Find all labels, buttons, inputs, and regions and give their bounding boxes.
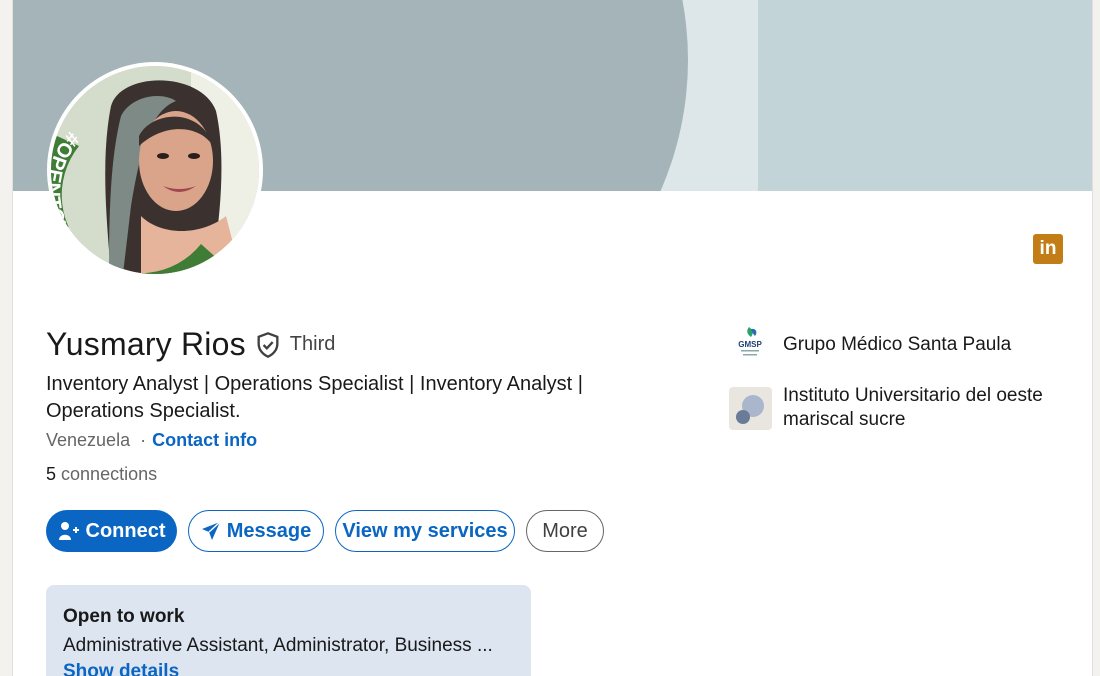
company-current[interactable]: GMSP Grupo Médico Santa Paula — [729, 323, 1063, 366]
message-button[interactable]: Message — [188, 510, 324, 552]
connect-label: Connect — [85, 519, 166, 542]
connections-label: connections — [61, 464, 158, 484]
school-name: Instituto Universitario del oeste marisc… — [783, 385, 1043, 430]
location: Venezuela — [46, 430, 131, 450]
connect-button[interactable]: Connect — [46, 510, 177, 552]
location-row: Venezuela · Contact info — [46, 430, 257, 451]
add-person-icon — [58, 522, 79, 540]
profile-name: Yusmary Rios — [46, 326, 246, 362]
view-services-label: View my services — [342, 519, 508, 542]
company-logo: GMSP — [729, 323, 772, 366]
connection-degree: Third — [289, 333, 336, 355]
more-label: More — [542, 519, 588, 542]
profile-headline: Inventory Analyst | Operations Specialis… — [46, 373, 583, 422]
show-details-link[interactable]: Show details — [63, 661, 179, 676]
connections-number: 5 — [46, 464, 57, 484]
connections-count[interactable]: 5 connections — [46, 464, 157, 485]
verified-shield-icon[interactable] — [254, 331, 282, 359]
separator-dot: · — [140, 430, 147, 450]
profile-card: #OPENTOWORK in Yusmary Rios Third Invent… — [12, 0, 1093, 676]
open-to-work-card: Open to work Administrative Assistant, A… — [46, 585, 531, 676]
message-label: Message — [226, 519, 312, 542]
view-services-button[interactable]: View my services — [335, 510, 515, 552]
linkedin-logo-icon[interactable]: in — [1033, 234, 1063, 264]
name-row: Yusmary Rios Third — [46, 326, 335, 363]
avatar-photo: #OPENTOWORK — [51, 66, 259, 274]
company-name: Grupo Médico Santa Paula — [783, 333, 1012, 355]
send-icon — [201, 521, 221, 540]
education-institution[interactable]: Instituto Universitario del oeste marisc… — [729, 384, 1063, 432]
more-button[interactable]: More — [526, 510, 604, 552]
school-logo — [729, 386, 772, 430]
open-to-work-title: Open to work — [63, 606, 185, 627]
company-logo-text: GMSP — [738, 340, 762, 349]
avatar[interactable]: #OPENTOWORK — [47, 62, 263, 278]
contact-info-link[interactable]: Contact info — [152, 430, 257, 450]
open-to-work-roles: Administrative Assistant, Administrator,… — [63, 635, 493, 656]
